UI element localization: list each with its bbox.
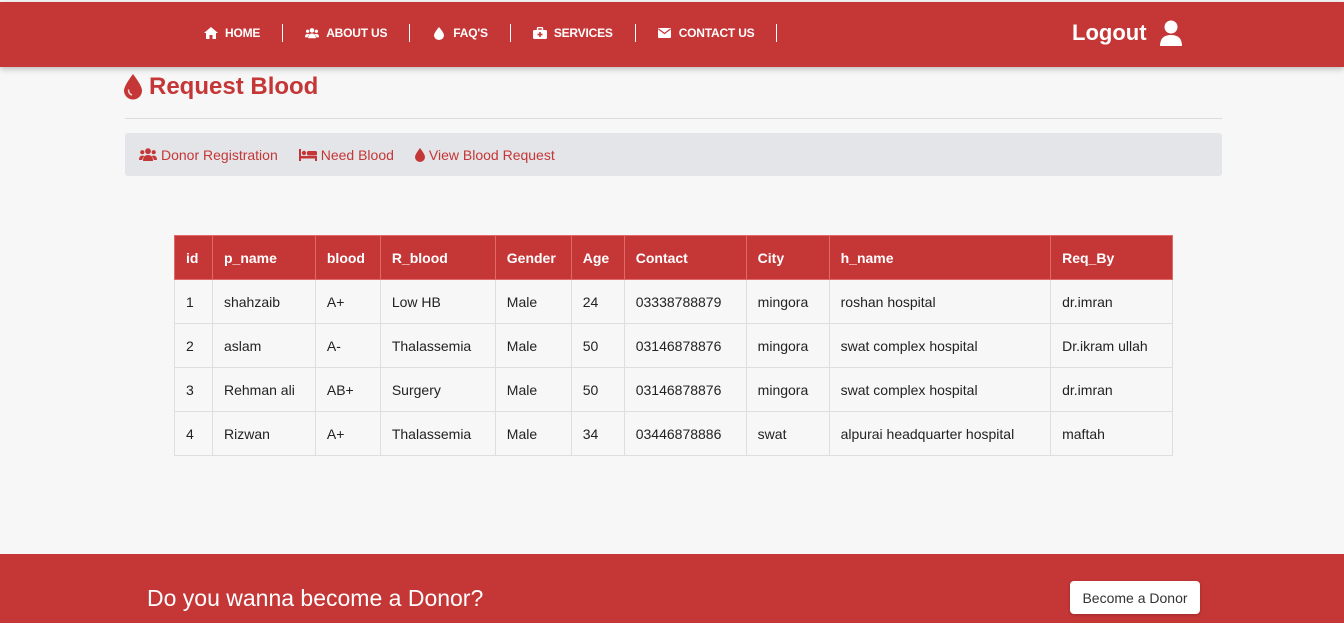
table-cell: mingora [745, 279, 830, 324]
title-divider [125, 118, 1222, 119]
subnav-need-blood[interactable]: Need Blood [298, 146, 394, 163]
bed-icon [298, 148, 317, 161]
table-cell: swat complex hospital [828, 323, 1052, 368]
table-cell: mingora [745, 323, 830, 368]
blood-request-table-container: id p_name blood R_blood Gender Age Conta… [174, 235, 1173, 456]
column-header: p_name [211, 235, 316, 280]
table-row: 3 Rehman ali AB+ Surgery Male 50 0314687… [174, 367, 1173, 412]
nav-about-us-label: ABOUT US [326, 26, 388, 40]
table-cell: Rizwan [211, 411, 316, 456]
subnav-view-blood-request-label: View Blood Request [428, 146, 555, 163]
table-cell: Low HB [379, 279, 496, 324]
table-cell: Male [494, 411, 572, 456]
drop-icon [432, 26, 446, 40]
table-cell: 3 [174, 367, 213, 412]
column-header: h_name [828, 235, 1052, 280]
donor-cta-text: Do you wanna become a Donor? [147, 585, 484, 611]
table-cell: swat complex hospital [828, 367, 1052, 412]
blood-request-table: id p_name blood R_blood Gender Age Conta… [174, 235, 1173, 456]
table-cell: A+ [314, 279, 381, 324]
table-cell: Rehman ali [211, 367, 316, 412]
nav-home[interactable]: HOME [188, 24, 284, 42]
user-icon [1159, 20, 1183, 46]
home-icon [204, 27, 218, 39]
column-header: blood [314, 235, 381, 280]
subnav-donor-registration-label: Donor Registration [161, 146, 278, 163]
subnav-need-blood-label: Need Blood [320, 146, 394, 163]
table-cell: dr.imran [1050, 279, 1173, 324]
blood-drop-icon [124, 74, 142, 100]
medkit-icon [532, 27, 547, 39]
table-cell: aslam [211, 323, 316, 368]
logout-label: Logout [1072, 20, 1147, 45]
nav-faqs-label: FAQ'S [453, 26, 488, 40]
column-header: Req_By [1050, 235, 1173, 280]
table-cell: 2 [174, 323, 213, 368]
nav-about-us[interactable]: ABOUT US [283, 24, 411, 42]
table-header-row: id p_name blood R_blood Gender Age Conta… [174, 235, 1173, 280]
column-header: City [745, 235, 830, 280]
table-cell: 03446878886 [623, 411, 747, 456]
table-cell: dr.imran [1050, 367, 1173, 412]
table-row: 2 aslam A- Thalassemia Male 50 031468788… [174, 323, 1173, 368]
table-cell: Dr.ikram ullah [1050, 323, 1173, 368]
column-header: Age [570, 235, 625, 280]
page-title: Request Blood [124, 73, 318, 101]
logout-button[interactable]: Logout [1072, 20, 1183, 46]
subnav-donor-registration[interactable]: Donor Registration [139, 147, 278, 163]
column-header: R_blood [379, 235, 496, 280]
table-row: 1 shahzaib A+ Low HB Male 24 03338788879… [174, 279, 1173, 324]
nav-home-label: HOME [225, 26, 261, 40]
users-icon [305, 27, 320, 39]
nav-contact-us[interactable]: CONTACT US [636, 24, 778, 42]
table-row: 4 Rizwan A+ Thalassemia Male 34 03446878… [174, 411, 1173, 456]
table-cell: swat [745, 411, 830, 456]
nav-faqs[interactable]: FAQ'S [410, 24, 511, 42]
column-header: Gender [494, 235, 572, 280]
table-cell: 50 [570, 323, 625, 368]
table-cell: maftah [1050, 411, 1173, 456]
table-cell: 03146878876 [623, 367, 747, 412]
table-cell: Thalassemia [379, 411, 496, 456]
nav-contact-us-label: CONTACT US [678, 26, 755, 40]
nav-services-label: SERVICES [553, 26, 613, 40]
table-cell: alpurai headquarter hospital [828, 411, 1052, 456]
table-cell: 4 [174, 411, 213, 456]
table-cell: shahzaib [211, 279, 316, 324]
table-cell: 03146878876 [623, 323, 747, 368]
sub-navigation: Donor Registration Need Blood View Blood… [125, 133, 1222, 176]
table-cell: 24 [570, 279, 625, 324]
table-cell: 50 [570, 367, 625, 412]
table-cell: A+ [314, 411, 381, 456]
drop-icon [414, 147, 425, 162]
table-cell: A- [314, 323, 381, 368]
table-cell: 34 [570, 411, 625, 456]
table-cell: roshan hospital [828, 279, 1052, 324]
nav-services[interactable]: SERVICES [511, 24, 636, 42]
table-cell: Male [494, 367, 572, 412]
table-cell: mingora [745, 367, 830, 412]
top-navbar: HOME ABOUT US FAQ'S SERVICES CONTACT US [0, 2, 1344, 67]
subnav-view-blood-request[interactable]: View Blood Request [414, 146, 555, 163]
users-icon [139, 148, 157, 161]
donor-cta-footer: Do you wanna become a Donor? Become a Do… [0, 554, 1344, 623]
table-cell: 03338788879 [623, 279, 747, 324]
envelope-icon [658, 27, 672, 39]
table-cell: Surgery [379, 367, 496, 412]
table-cell: Male [494, 279, 572, 324]
table-cell: Thalassemia [379, 323, 496, 368]
page-title-text: Request Blood [149, 73, 319, 100]
table-cell: AB+ [314, 367, 381, 412]
column-header: id [174, 235, 213, 280]
become-donor-button[interactable]: Become a Donor [1070, 581, 1200, 614]
table-cell: Male [494, 323, 572, 368]
main-nav: HOME ABOUT US FAQ'S SERVICES CONTACT US [188, 24, 778, 42]
column-header: Contact [623, 235, 747, 280]
table-cell: 1 [174, 279, 213, 324]
